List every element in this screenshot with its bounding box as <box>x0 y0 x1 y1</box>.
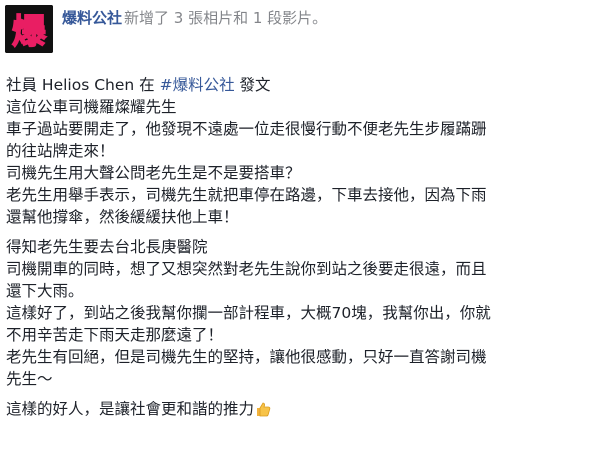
post-action-text: 新增了 3 張相片和 1 段影片。 <box>124 9 328 27</box>
thumbs-up-icon <box>255 401 271 423</box>
closing-line: 這樣的好人，是讓社會更和諧的推力 <box>6 398 594 420</box>
page-logo-icon: 爆 <box>5 5 53 53</box>
avatar-logo-text: 爆 <box>12 12 47 52</box>
paragraph-line: 得知老先生要去台北長庚醫院 <box>6 238 208 256</box>
paragraph-line: 這位公車司機羅燦耀先生 <box>6 98 177 116</box>
facebook-post: 爆 爆料公社 新增了 3 張相片和 1 段影片。 社員 Helios Chen 在… <box>0 0 600 465</box>
page-avatar[interactable]: 爆 <box>5 5 53 53</box>
paragraph-line: 老先生有回絕，但是司機先生的堅持，讓他很感動，只好一直答謝司機 <box>6 348 487 366</box>
paragraph-line: 車子過站要開走了，他發現不遠處一位走很慢行動不便老先生步履蹣跚 <box>6 120 487 138</box>
paragraph-line: 司機先生用大聲公問老先生是不是要搭車？ <box>6 164 301 182</box>
page-name-link[interactable]: 爆料公社 <box>62 9 122 27</box>
post-intro-line: 社員 Helios Chen 在 #爆料公社 發文 <box>6 74 594 96</box>
paragraph-line: 這樣好了，到站之後我幫你攔一部計程車，大概70塊，我幫你出，你就 <box>6 304 491 322</box>
paragraph-line: 還幫他撐傘，然後緩緩扶他上車！ <box>6 208 239 226</box>
paragraph-line: 的往站牌走來！ <box>6 142 115 160</box>
paragraph-line: 不用辛苦走下雨天走那麼遠了！ <box>6 326 224 344</box>
hashtag-link[interactable]: #爆料公社 <box>160 76 235 94</box>
closing-text: 這樣的好人，是讓社會更和諧的推力 <box>6 400 255 418</box>
paragraph-line: 先生～ <box>6 370 53 388</box>
intro-prefix: 社員 Helios Chen 在 <box>6 76 160 94</box>
post-header: 爆料公社 新增了 3 張相片和 1 段影片。 <box>62 8 327 28</box>
paragraph-line: 老先生用舉手表示，司機先生就把車停在路邊，下車去接他，因為下雨 <box>6 186 487 204</box>
intro-suffix: 發文 <box>234 76 271 94</box>
post-body: 社員 Helios Chen 在 #爆料公社 發文 這位公車司機羅燦耀先生 車子… <box>6 74 594 420</box>
paragraph-line: 還下大雨。 <box>6 282 84 300</box>
paragraph-line: 司機開車的同時，想了又想突然對老先生說你到站之後要走很遠，而且 <box>6 260 487 278</box>
